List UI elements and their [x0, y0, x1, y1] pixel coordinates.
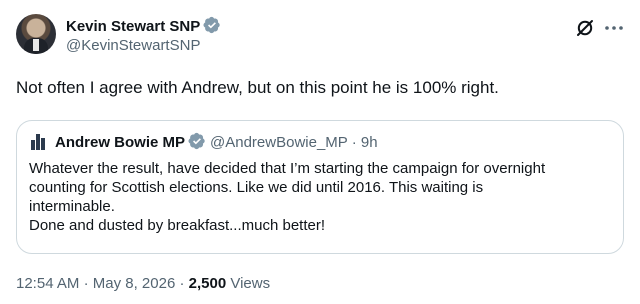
meta-separator: · [83, 275, 89, 292]
quoted-tweet[interactable]: Andrew Bowie MP @AndrewBowie_MP · 9h What… [16, 120, 624, 254]
grok-icon[interactable] [575, 18, 595, 38]
verified-badge-icon [188, 132, 205, 150]
tweet-date[interactable]: May 8, 2026 [93, 275, 176, 292]
quoted-header: Andrew Bowie MP @AndrewBowie_MP · 9h [55, 132, 378, 153]
tweet-card: Kevin Stewart SNP @KevinStewartSNP Not o… [0, 0, 640, 304]
views-label: Views [230, 275, 271, 292]
avatar-shirt [33, 39, 39, 51]
author-avatar[interactable] [16, 14, 56, 54]
views-count: 2,500 [188, 275, 227, 292]
quoted-text-line: Whatever the result, have decided that I… [29, 160, 546, 177]
tweet-meta: 12:54 AM · May 8, 2026 · 2,500 Views [16, 274, 270, 294]
more-icon[interactable] [603, 18, 625, 38]
quoted-text-line: Done and dusted by breakfast...much bett… [29, 217, 326, 234]
author-name-row[interactable]: Kevin Stewart SNP [66, 16, 221, 37]
tweet-time[interactable]: 12:54 AM [16, 275, 79, 292]
quoted-author-name[interactable]: Andrew Bowie MP [55, 134, 185, 151]
quoted-age[interactable]: 9h [361, 134, 378, 151]
quoted-author-handle[interactable]: @AndrewBowie_MP [210, 134, 348, 151]
quoted-text: Whatever the result, have decided that I… [29, 159, 613, 235]
quoted-separator: · [351, 134, 357, 151]
verified-badge-icon [203, 16, 220, 34]
author-name[interactable]: Kevin Stewart SNP [66, 18, 200, 35]
author-handle[interactable]: @KevinStewartSNP [66, 36, 200, 56]
quoted-text-line: interminable. [29, 198, 115, 215]
quoted-text-line: counting for Scottish elections. Like we… [29, 179, 484, 196]
tweet-text: Not often I agree with Andrew, but on th… [16, 78, 499, 97]
meta-separator: · [179, 275, 185, 292]
quoted-author-avatar[interactable] [29, 132, 49, 152]
